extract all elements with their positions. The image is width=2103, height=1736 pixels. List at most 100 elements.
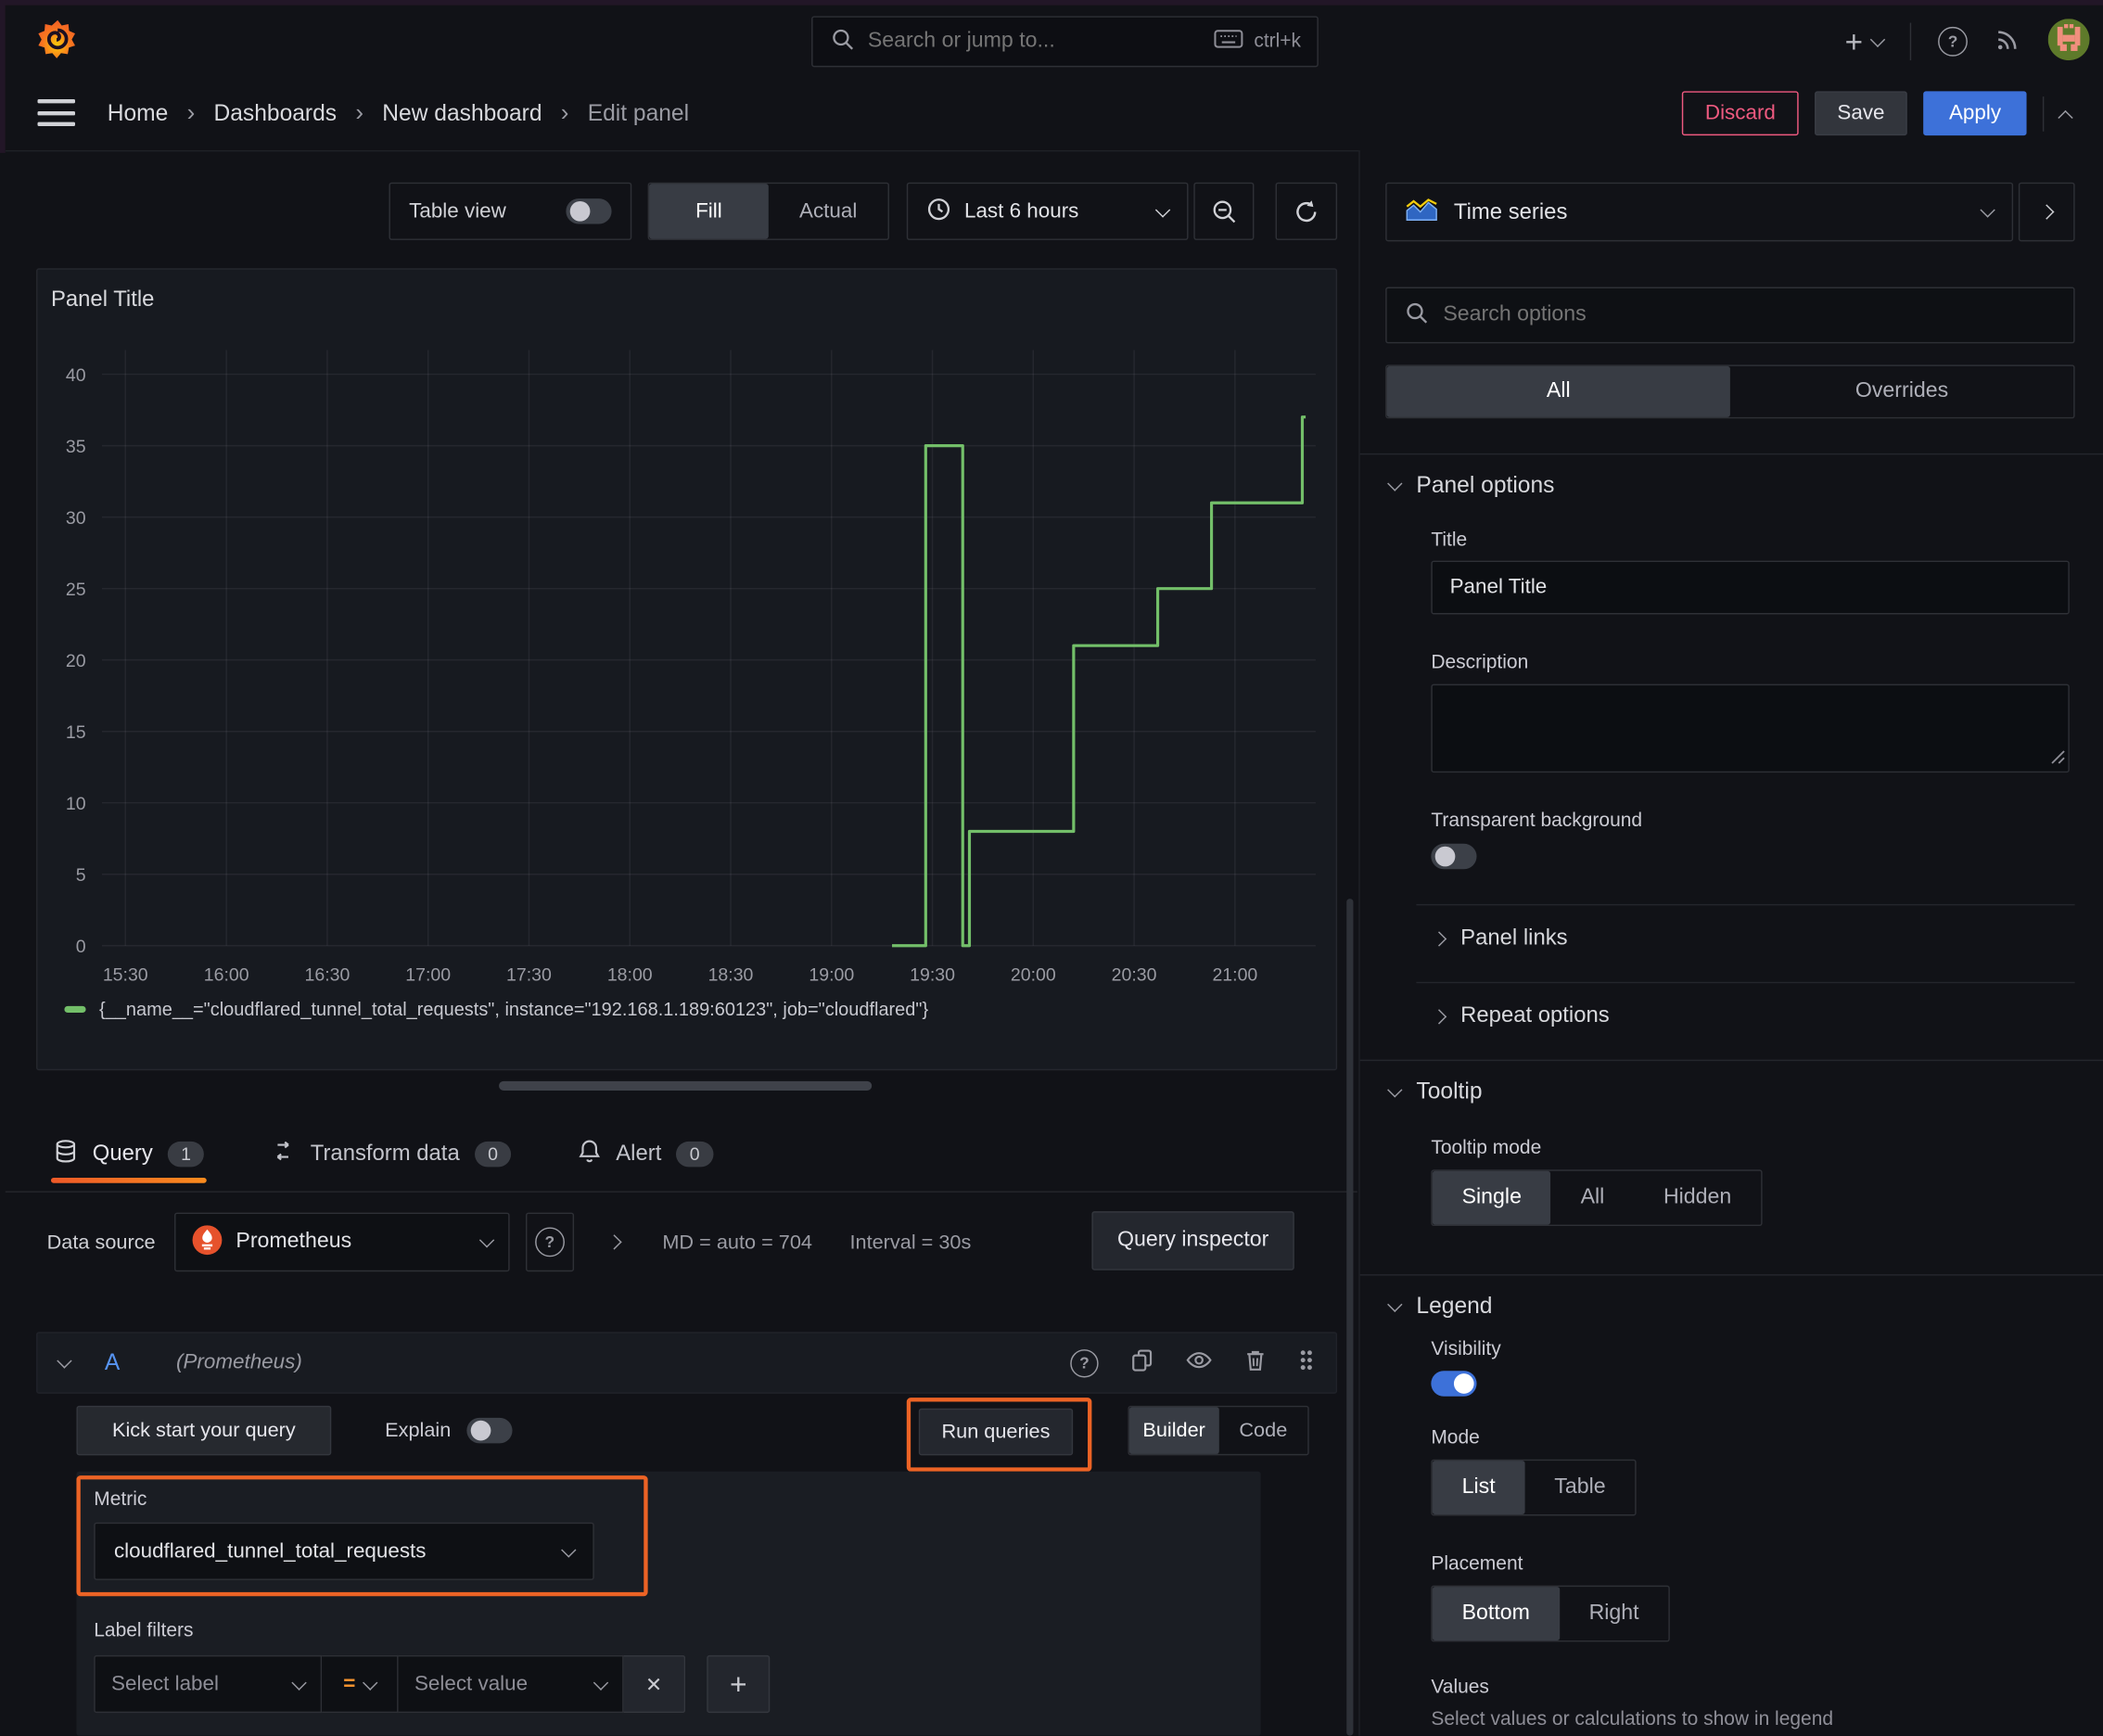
create-new-button[interactable]: + — [1845, 26, 1886, 57]
breadcrumb-separator: › — [560, 99, 569, 126]
tooltip-mode-label: Tooltip mode — [1431, 1137, 1542, 1159]
svg-text:16:00: 16:00 — [204, 964, 249, 985]
tab-overrides[interactable]: Overrides — [1730, 366, 2073, 417]
menu-toggle-button[interactable] — [37, 99, 76, 126]
kick-start-query-button[interactable]: Kick start your query — [76, 1405, 332, 1456]
chart-legend[interactable]: {__name__="cloudflared_tunnel_total_requ… — [64, 1000, 928, 1020]
tab-all[interactable]: All — [1386, 365, 1730, 417]
chevron-down-icon — [561, 1541, 577, 1557]
tooltip-header[interactable]: Tooltip — [1387, 1079, 1483, 1105]
run-queries-button[interactable]: Run queries — [918, 1408, 1074, 1456]
time-series-chart[interactable]: 15:30 16:00 16:30 17:00 17:30 18:00 18:30 19:00… — [38, 324, 1336, 994]
top-nav-bar: ctrl+k + ? — [5, 5, 2103, 78]
search-options-input[interactable] — [1440, 301, 2074, 329]
duplicate-icon[interactable] — [1130, 1348, 1153, 1378]
table-view-control: Table view — [389, 182, 632, 240]
svg-text:18:00: 18:00 — [607, 964, 653, 985]
add-filter-button[interactable]: + — [707, 1654, 771, 1714]
transparent-bg-toggle[interactable] — [1431, 843, 1477, 870]
legend-table-option[interactable]: Table — [1524, 1461, 1635, 1514]
panel-options-header[interactable]: Panel options — [1387, 472, 1554, 499]
visualization-picker[interactable]: Time series — [1385, 182, 2014, 242]
svg-text:18:30: 18:30 — [708, 964, 754, 985]
breadcrumb-dashboards[interactable]: Dashboards — [214, 100, 338, 127]
collapse-header-icon[interactable] — [2058, 109, 2073, 125]
save-button[interactable]: Save — [1814, 91, 1908, 136]
legend-title: Legend — [1416, 1293, 1493, 1319]
placement-right-option[interactable]: Right — [1560, 1587, 1669, 1640]
tab-query[interactable]: Query 1 — [50, 1138, 208, 1183]
legend-series-label[interactable]: {__name__="cloudflared_tunnel_total_requ… — [99, 1000, 928, 1020]
inset-divider — [1416, 981, 2075, 984]
datasource-help-button[interactable]: ? — [525, 1212, 574, 1272]
search-options-box[interactable] — [1385, 287, 2075, 344]
global-search-box[interactable]: ctrl+k — [811, 16, 1319, 68]
fill-option[interactable]: Fill — [649, 184, 769, 239]
query-inspector-button[interactable]: Query inspector — [1091, 1211, 1294, 1270]
legend-visibility-toggle[interactable] — [1431, 1371, 1477, 1397]
select-label-dropdown[interactable]: Select label — [94, 1654, 323, 1714]
remove-filter-button[interactable]: ✕ — [623, 1654, 686, 1714]
panel-title-input[interactable] — [1431, 560, 2070, 615]
datasource-picker[interactable]: Prometheus — [173, 1212, 510, 1272]
toggle-pane-button[interactable] — [2018, 182, 2075, 242]
tooltip-single-option[interactable]: Single — [1432, 1170, 1551, 1225]
news-rss-icon[interactable] — [1995, 25, 2021, 57]
help-icon[interactable]: ? — [1070, 1348, 1099, 1377]
breadcrumb-new-dashboard[interactable]: New dashboard — [382, 100, 542, 127]
breadcrumb: Home › Dashboards › New dashboard › Edit… — [108, 76, 689, 150]
select-value-dropdown[interactable]: Select value — [398, 1654, 624, 1714]
grafana-logo[interactable] — [36, 18, 79, 63]
legend-swatch — [64, 1005, 86, 1014]
tooltip-all-option[interactable]: All — [1551, 1171, 1634, 1225]
scrollbar-thumb[interactable] — [1346, 899, 1354, 1736]
breadcrumb-separator: › — [186, 99, 196, 126]
refresh-button[interactable] — [1275, 182, 1338, 240]
repeat-options-header[interactable]: Repeat options — [1431, 1003, 1610, 1028]
panel-links-header[interactable]: Panel links — [1431, 925, 1568, 951]
query-a-header[interactable]: A (Prometheus) ? — [36, 1332, 1338, 1394]
svg-text:15:30: 15:30 — [103, 964, 148, 985]
svg-text:19:30: 19:30 — [910, 964, 955, 985]
operator-dropdown[interactable]: = — [322, 1654, 399, 1714]
legend-header[interactable]: Legend — [1387, 1293, 1493, 1320]
user-avatar[interactable] — [2047, 18, 2090, 66]
query-datasource-hint: (Prometheus) — [175, 1350, 302, 1374]
svg-text:35: 35 — [66, 437, 86, 457]
zoom-out-button[interactable] — [1193, 182, 1255, 240]
code-option[interactable]: Code — [1218, 1407, 1307, 1454]
breadcrumb-edit-panel: Edit panel — [587, 99, 690, 126]
breadcrumb-home[interactable]: Home — [108, 100, 169, 127]
section-divider — [1359, 1059, 2103, 1062]
tab-transform-data[interactable]: Transform data 0 — [272, 1139, 512, 1168]
table-view-toggle[interactable] — [566, 198, 612, 224]
query-row-actions: ? — [1070, 1348, 1314, 1378]
eye-icon[interactable] — [1186, 1349, 1213, 1376]
builder-code-segment: Builder Code — [1128, 1405, 1309, 1456]
legend-list-option[interactable]: List — [1432, 1461, 1525, 1515]
tab-alert[interactable]: Alert 0 — [579, 1138, 714, 1168]
drag-handle-icon[interactable] — [1298, 1348, 1314, 1378]
panel-title[interactable]: Panel Title — [51, 287, 154, 313]
panel-preview: Panel Title 15:30 16:00 16:30 17:00 17:30 18:… — [36, 268, 1338, 1071]
tooltip-hidden-option[interactable]: Hidden — [1634, 1171, 1761, 1225]
builder-option[interactable]: Builder — [1128, 1407, 1219, 1454]
global-search-input[interactable] — [864, 28, 1214, 56]
resize-handle-icon[interactable] — [2049, 748, 2065, 764]
panel-resize-handle[interactable] — [499, 1080, 873, 1091]
apply-button[interactable]: Apply — [1923, 91, 2027, 136]
discard-button[interactable]: Discard — [1682, 91, 1799, 136]
chevron-down-icon — [1980, 202, 1995, 218]
placement-bottom-option[interactable]: Bottom — [1432, 1587, 1560, 1640]
expand-options-icon[interactable] — [606, 1234, 622, 1250]
trash-icon[interactable] — [1244, 1348, 1266, 1378]
panel-description-textarea[interactable] — [1431, 683, 2070, 773]
operator-value: = — [343, 1671, 356, 1695]
actual-option[interactable]: Actual — [769, 184, 888, 238]
help-icon[interactable]: ? — [1938, 26, 1968, 57]
collapse-query-icon[interactable] — [57, 1353, 72, 1369]
explain-toggle[interactable] — [466, 1417, 513, 1444]
time-range-picker[interactable]: Last 6 hours — [906, 182, 1189, 240]
metric-select[interactable]: cloudflared_tunnel_total_requests — [94, 1522, 594, 1580]
hamburger-icon — [37, 99, 76, 104]
